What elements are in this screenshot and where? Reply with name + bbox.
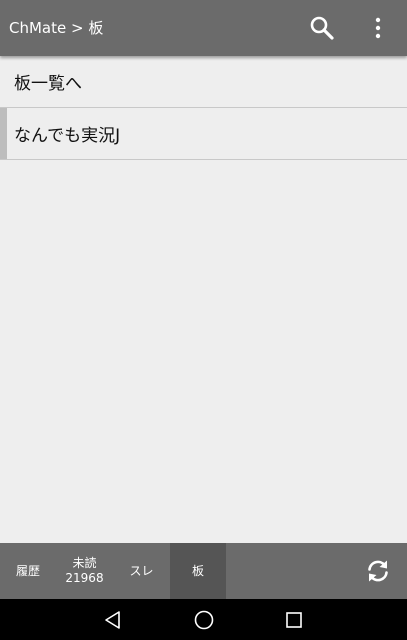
refresh-button[interactable] (358, 551, 398, 591)
overflow-menu-button[interactable] (358, 8, 398, 48)
list-item-board[interactable]: なんでも実況J (0, 108, 407, 160)
tab-board-label: 板 (191, 563, 204, 578)
tab-board[interactable]: 板 (170, 543, 226, 599)
list-item-label: 板一覧へ (14, 74, 82, 94)
more-vert-icon (375, 17, 381, 39)
tab-thread-label: スレ (129, 563, 154, 578)
board-list: 板一覧へ なんでも実況J (0, 56, 407, 543)
back-icon (105, 611, 120, 629)
app-bar: ChMate > 板 (0, 0, 407, 56)
home-icon (194, 610, 214, 630)
system-nav-bar (0, 599, 407, 640)
recents-icon (286, 612, 302, 628)
tab-history-label: 履歴 (15, 563, 40, 578)
bottom-tab-bar: 履歴 未読 21968 スレ 板 (0, 543, 407, 599)
home-button[interactable] (184, 604, 224, 636)
tab-unread[interactable]: 未読 21968 (56, 543, 113, 599)
tab-thread[interactable]: スレ (113, 543, 170, 599)
unread-count: 21968 (65, 571, 104, 585)
search-button[interactable] (302, 8, 342, 48)
tab-unread-label: 未読 (72, 556, 97, 570)
page-title: ChMate > 板 (9, 19, 104, 37)
tab-history[interactable]: 履歴 (0, 543, 56, 599)
recents-button[interactable] (274, 604, 314, 636)
list-item-board-index[interactable]: 板一覧へ (0, 56, 407, 108)
refresh-icon (368, 560, 388, 582)
list-item-label: なんでも実況J (14, 126, 121, 146)
search-icon (310, 16, 334, 40)
back-button[interactable] (93, 604, 133, 636)
